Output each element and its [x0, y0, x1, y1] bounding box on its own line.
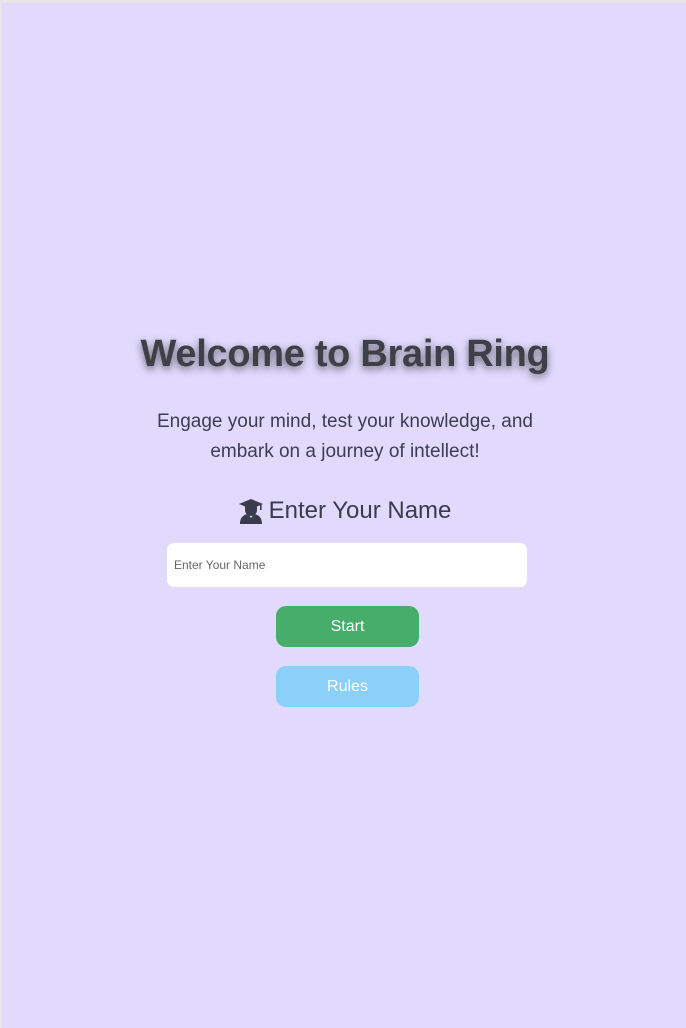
name-label-text: Enter Your Name: [268, 497, 452, 524]
graduate-icon: [238, 498, 263, 524]
start-button[interactable]: Start: [276, 606, 419, 647]
page-title: Welcome to Brain Ring: [140, 333, 550, 375]
rules-button[interactable]: Rules: [276, 666, 419, 707]
welcome-subtitle: Engage your mind, test your knowledge, a…: [156, 411, 533, 462]
name-label-row: Enter Your Name: [2, 497, 686, 525]
name-input[interactable]: [167, 543, 527, 587]
